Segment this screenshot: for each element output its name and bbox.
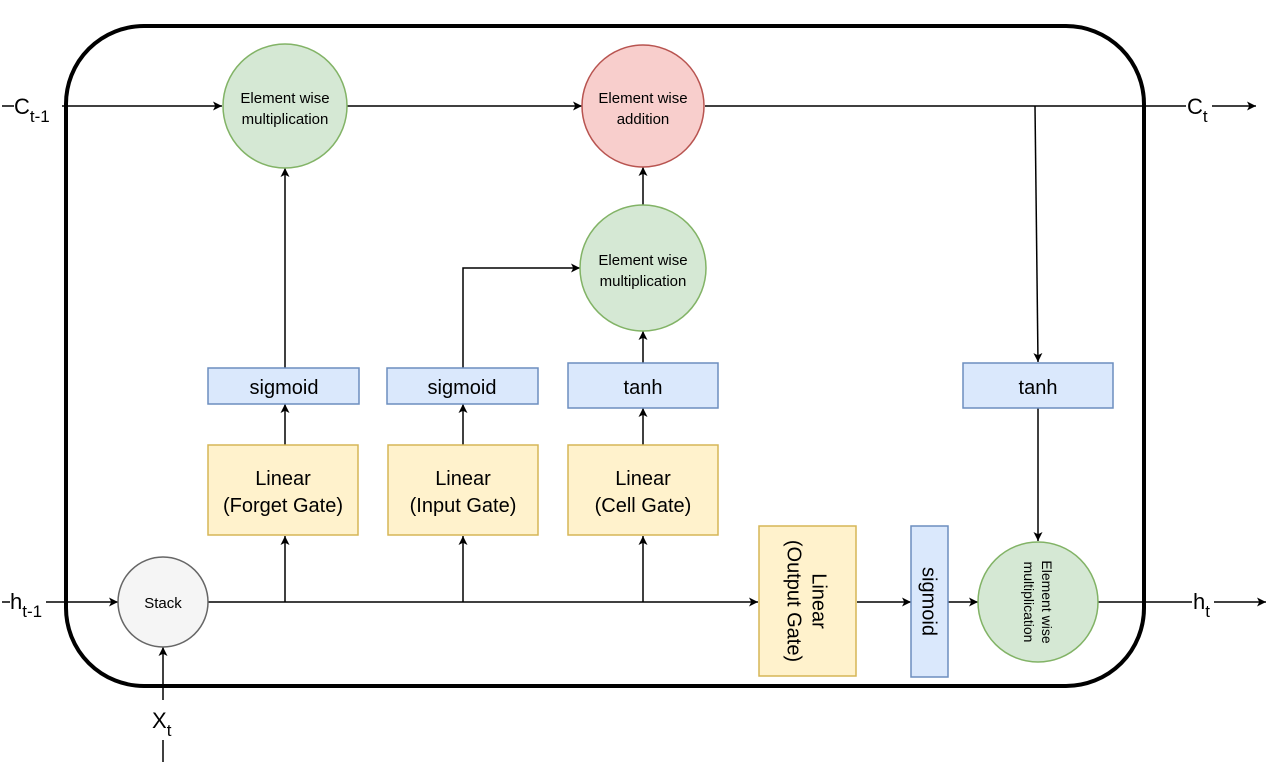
cell-linear-box: Linear (Cell Gate) <box>567 444 719 536</box>
x-in-sub: t <box>167 721 172 740</box>
label-h-next: ht <box>1192 587 1214 621</box>
output-linear-line2: (Output Gate) <box>783 540 805 662</box>
c-prev-main: C <box>14 94 30 119</box>
h-next-sub: t <box>1205 602 1210 621</box>
input-multiplication-node: Element wise multiplication <box>579 204 707 332</box>
forget-linear-line1: Linear <box>255 468 311 490</box>
c-next-main: C <box>1187 94 1203 119</box>
add-line2: addition <box>617 111 670 128</box>
label-c-next: Ct <box>1186 92 1212 126</box>
add-line1: Element wise <box>598 90 687 107</box>
h-prev-main: h <box>10 589 22 614</box>
cell-tanh-box: tanh <box>567 362 719 409</box>
stack-label: Stack <box>144 595 182 612</box>
h-next-main: h <box>1193 589 1205 614</box>
connectors <box>2 101 1266 762</box>
output-linear-box: Linear (Output Gate) <box>758 525 857 677</box>
edge-c-to-tanh <box>1033 105 1043 363</box>
output-sigmoid-box: sigmoid <box>910 525 949 678</box>
forget-mul-line1: Element wise <box>240 90 329 107</box>
forget-linear-line2: (Forget Gate) <box>223 495 343 517</box>
stack-node: Stack <box>117 556 209 648</box>
forget-sigmoid-label: sigmoid <box>250 377 319 399</box>
c-next-sub: t <box>1203 107 1208 126</box>
output-mul-line2: multiplication <box>1021 562 1037 643</box>
h-prev-sub: t-1 <box>22 602 42 621</box>
label-x-in: Xt <box>152 708 172 740</box>
edge-isig-imul <box>462 263 580 368</box>
label-h-prev: ht-1 <box>10 587 46 621</box>
cell-linear-line1: Linear <box>615 468 671 490</box>
forget-sigmoid-box: sigmoid <box>207 367 360 405</box>
output-mul-line1: Element wise <box>1039 560 1055 643</box>
cell-linear-line2: (Cell Gate) <box>595 495 692 517</box>
output-sigmoid-label: sigmoid <box>918 567 940 636</box>
output-tanh-label: tanh <box>1019 377 1058 399</box>
output-tanh-box: tanh <box>962 362 1114 409</box>
input-mul-line1: Element wise <box>598 252 687 269</box>
lstm-diagram: Element wise multiplication Element wise… <box>2 24 1266 762</box>
forget-linear-box: Linear (Forget Gate) <box>207 444 359 536</box>
svg-text:Xt: Xt <box>152 708 172 740</box>
input-linear-line1: Linear <box>435 468 491 490</box>
output-linear-line1: Linear <box>808 573 830 629</box>
cell-tanh-label: tanh <box>624 377 663 399</box>
label-c-prev: Ct-1 <box>14 92 62 126</box>
c-prev-sub: t-1 <box>30 107 50 126</box>
input-sigmoid-label: sigmoid <box>428 377 497 399</box>
output-multiplication-node: Element wise multiplication <box>977 541 1099 663</box>
input-mul-line2: multiplication <box>600 273 687 290</box>
forget-multiplication-node: Element wise multiplication <box>222 43 348 169</box>
input-linear-line2: (Input Gate) <box>410 495 517 517</box>
input-sigmoid-box: sigmoid <box>386 367 539 405</box>
forget-mul-line2: multiplication <box>242 111 329 128</box>
addition-node: Element wise addition <box>581 44 705 168</box>
input-linear-box: Linear (Input Gate) <box>387 444 539 536</box>
x-in-main: X <box>152 708 167 733</box>
